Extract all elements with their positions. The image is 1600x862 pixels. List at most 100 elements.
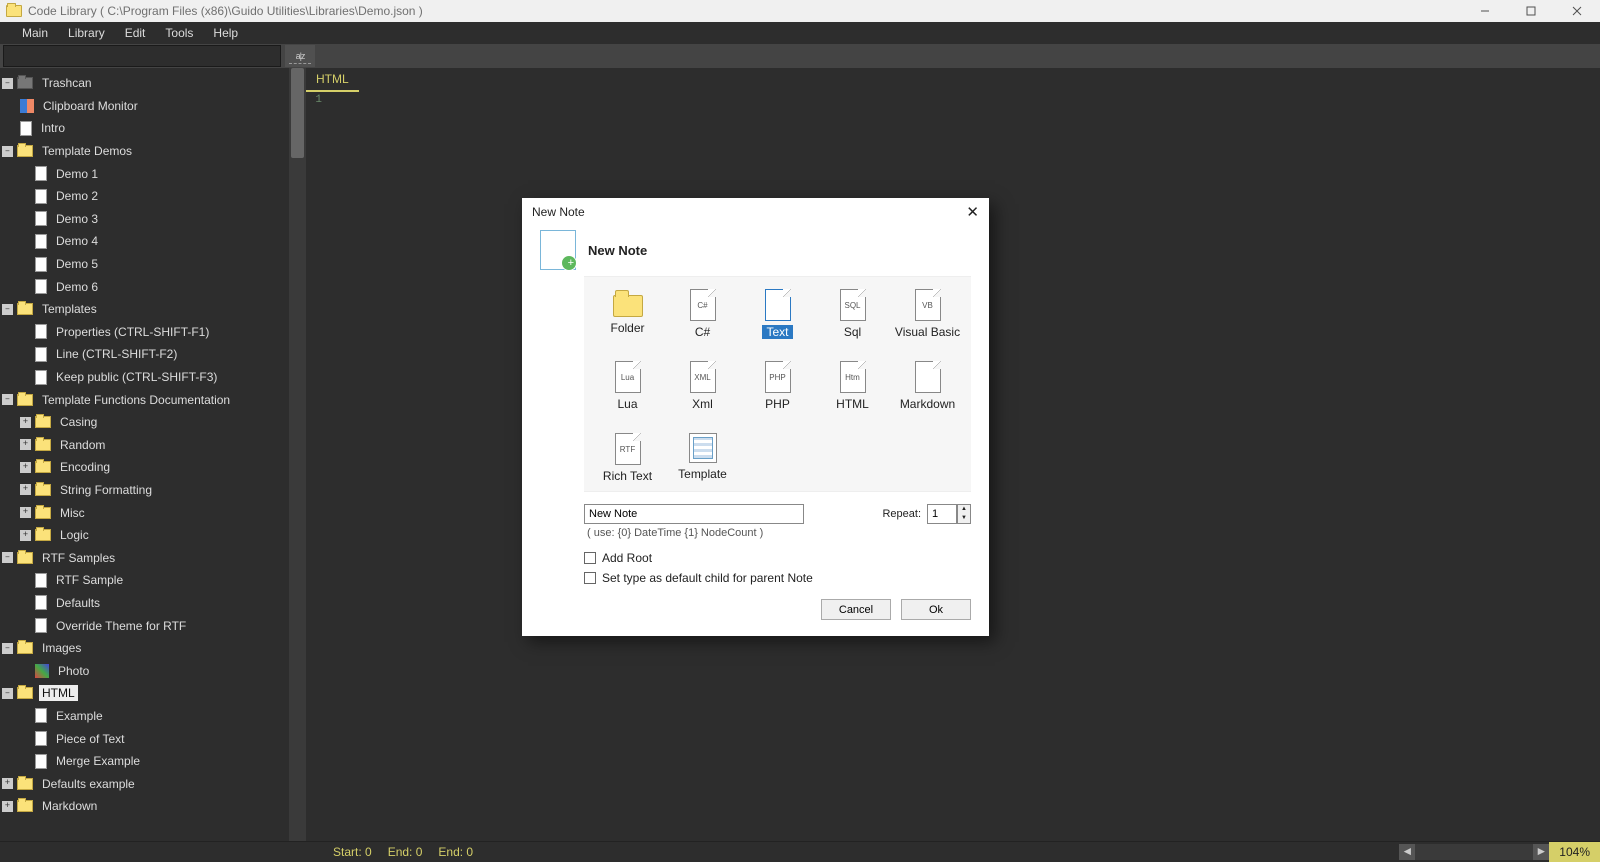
tree-item[interactable]: Keep public (CTRL-SHIFT-F3) <box>0 366 289 389</box>
tree-item[interactable]: –RTF Samples <box>0 546 289 569</box>
menu-help[interactable]: Help <box>203 23 248 43</box>
tree-item[interactable]: Demo 6 <box>0 275 289 298</box>
menu-library[interactable]: Library <box>58 23 115 43</box>
maximize-button[interactable] <box>1508 0 1554 22</box>
tree-item[interactable]: Merge Example <box>0 750 289 773</box>
tree-item[interactable]: Demo 3 <box>0 208 289 231</box>
tree-label: Template Functions Documentation <box>39 392 233 408</box>
titlebar: Code Library ( C:\Program Files (x86)\Gu… <box>0 0 1600 22</box>
tree-label: Demo 6 <box>53 279 101 295</box>
note-type-lua[interactable]: LuaLua <box>590 359 665 413</box>
tree-toggle[interactable]: – <box>2 394 13 405</box>
set-default-type-checkbox[interactable] <box>584 572 596 584</box>
sidebar-scrollbar[interactable] <box>289 68 306 841</box>
dialog-close-button[interactable]: ✕ <box>966 203 979 221</box>
tree-item[interactable]: +Casing <box>0 411 289 434</box>
type-icon: C# <box>690 289 716 321</box>
tree-item[interactable]: Photo <box>0 659 289 682</box>
editor-tab-html[interactable]: HTML <box>306 68 359 92</box>
tree-toggle[interactable]: – <box>2 688 13 699</box>
tree-item[interactable]: Demo 5 <box>0 253 289 276</box>
repeat-spinner[interactable]: ▲▼ <box>957 504 971 524</box>
tree-label: Defaults example <box>39 776 138 792</box>
note-type-template[interactable]: Template <box>665 431 740 485</box>
tree-toggle[interactable]: + <box>20 417 31 428</box>
tree-item[interactable]: – Template Demos <box>0 140 289 163</box>
zoom-level[interactable]: 104% <box>1549 842 1600 862</box>
note-type-html[interactable]: HtmHTML <box>815 359 890 413</box>
tree-item[interactable]: – Template Functions Documentation <box>0 388 289 411</box>
add-root-checkbox[interactable] <box>584 552 596 564</box>
note-name-input[interactable] <box>584 504 804 524</box>
tree-item[interactable]: Override Theme for RTF <box>0 614 289 637</box>
clipboard-icon <box>20 99 34 113</box>
tree-item[interactable]: Line (CTRL-SHIFT-F2) <box>0 343 289 366</box>
folder-icon <box>17 800 33 812</box>
tree-label: Template Demos <box>39 143 135 159</box>
note-type-rich-text[interactable]: RTFRich Text <box>590 431 665 485</box>
tree-item[interactable]: Demo 4 <box>0 230 289 253</box>
tree-item[interactable]: +Random <box>0 434 289 457</box>
tree-toggle[interactable]: + <box>20 530 31 541</box>
note-type-markdown[interactable]: Markdown <box>890 359 965 413</box>
note-type-c#[interactable]: C# C# <box>665 287 740 341</box>
folder-icon <box>17 303 33 315</box>
tree-toggle[interactable]: + <box>2 778 13 789</box>
tree-item[interactable]: Demo 2 <box>0 185 289 208</box>
tree-item[interactable]: Example <box>0 705 289 728</box>
tree-item[interactable]: Demo 1 <box>0 162 289 185</box>
note-type-visual-basic[interactable]: VBVisual Basic <box>890 287 965 341</box>
tree-item[interactable]: +Markdown <box>0 795 289 818</box>
tree-item[interactable]: Defaults <box>0 592 289 615</box>
tree-toggle[interactable]: + <box>20 484 31 495</box>
tree-toggle[interactable]: – <box>2 78 13 89</box>
tree-label: RTF Sample <box>53 572 126 588</box>
cancel-button[interactable]: Cancel <box>821 599 891 620</box>
tree-toggle[interactable]: + <box>20 507 31 518</box>
search-input[interactable] <box>3 45 281 67</box>
tree-item[interactable]: +Logic <box>0 524 289 547</box>
tree-toggle[interactable]: – <box>2 643 13 654</box>
close-button[interactable] <box>1554 0 1600 22</box>
tree-toggle[interactable]: – <box>2 304 13 315</box>
menu-edit[interactable]: Edit <box>115 23 156 43</box>
tree-item[interactable]: –HTML <box>0 682 289 705</box>
folder-icon <box>17 394 33 406</box>
tree-item[interactable]: +Misc <box>0 501 289 524</box>
tree-item[interactable]: –Templates <box>0 298 289 321</box>
repeat-input[interactable] <box>927 504 957 524</box>
editor-horizontal-scrollbar[interactable]: ◄► <box>1399 844 1549 860</box>
dialog-titlebar[interactable]: New Note ✕ <box>522 198 989 226</box>
tree-toggle[interactable]: – <box>2 146 13 157</box>
tree-item[interactable]: + Defaults example <box>0 772 289 795</box>
tree-item[interactable]: Intro <box>0 117 289 140</box>
ok-button[interactable]: Ok <box>901 599 971 620</box>
note-type-xml[interactable]: XMLXml <box>665 359 740 413</box>
tree-item[interactable]: –Images <box>0 637 289 660</box>
note-type-php[interactable]: PHPPHP <box>740 359 815 413</box>
tree-toggle[interactable]: + <box>20 439 31 450</box>
tree-toggle[interactable]: + <box>2 801 13 812</box>
sort-filter-button[interactable]: a|z <box>285 45 315 67</box>
tree-item[interactable]: Properties (CTRL-SHIFT-F1) <box>0 321 289 344</box>
menu-main[interactable]: Main <box>12 23 58 43</box>
tree-item[interactable]: Piece of Text <box>0 727 289 750</box>
minimize-button[interactable] <box>1462 0 1508 22</box>
tree-item[interactable]: –Trashcan <box>0 72 289 95</box>
tree-label: Encoding <box>57 459 113 475</box>
type-label: C# <box>695 325 710 339</box>
note-type-folder[interactable]: Folder <box>590 287 665 341</box>
tree-item[interactable]: +String Formatting <box>0 479 289 502</box>
tree-item[interactable]: RTF Sample <box>0 569 289 592</box>
tree-toggle[interactable]: + <box>20 462 31 473</box>
type-icon: Lua <box>615 361 641 393</box>
tree-label: Demo 3 <box>53 211 101 227</box>
tree-item[interactable]: Clipboard Monitor <box>0 95 289 118</box>
tree-item[interactable]: + Encoding <box>0 456 289 479</box>
tree-toggle[interactable]: – <box>2 552 13 563</box>
folder-icon <box>17 552 33 564</box>
note-type-text[interactable]: Text <box>740 287 815 341</box>
menu-tools[interactable]: Tools <box>155 23 203 43</box>
folder-icon <box>35 439 51 451</box>
note-type-sql[interactable]: SQLSql <box>815 287 890 341</box>
